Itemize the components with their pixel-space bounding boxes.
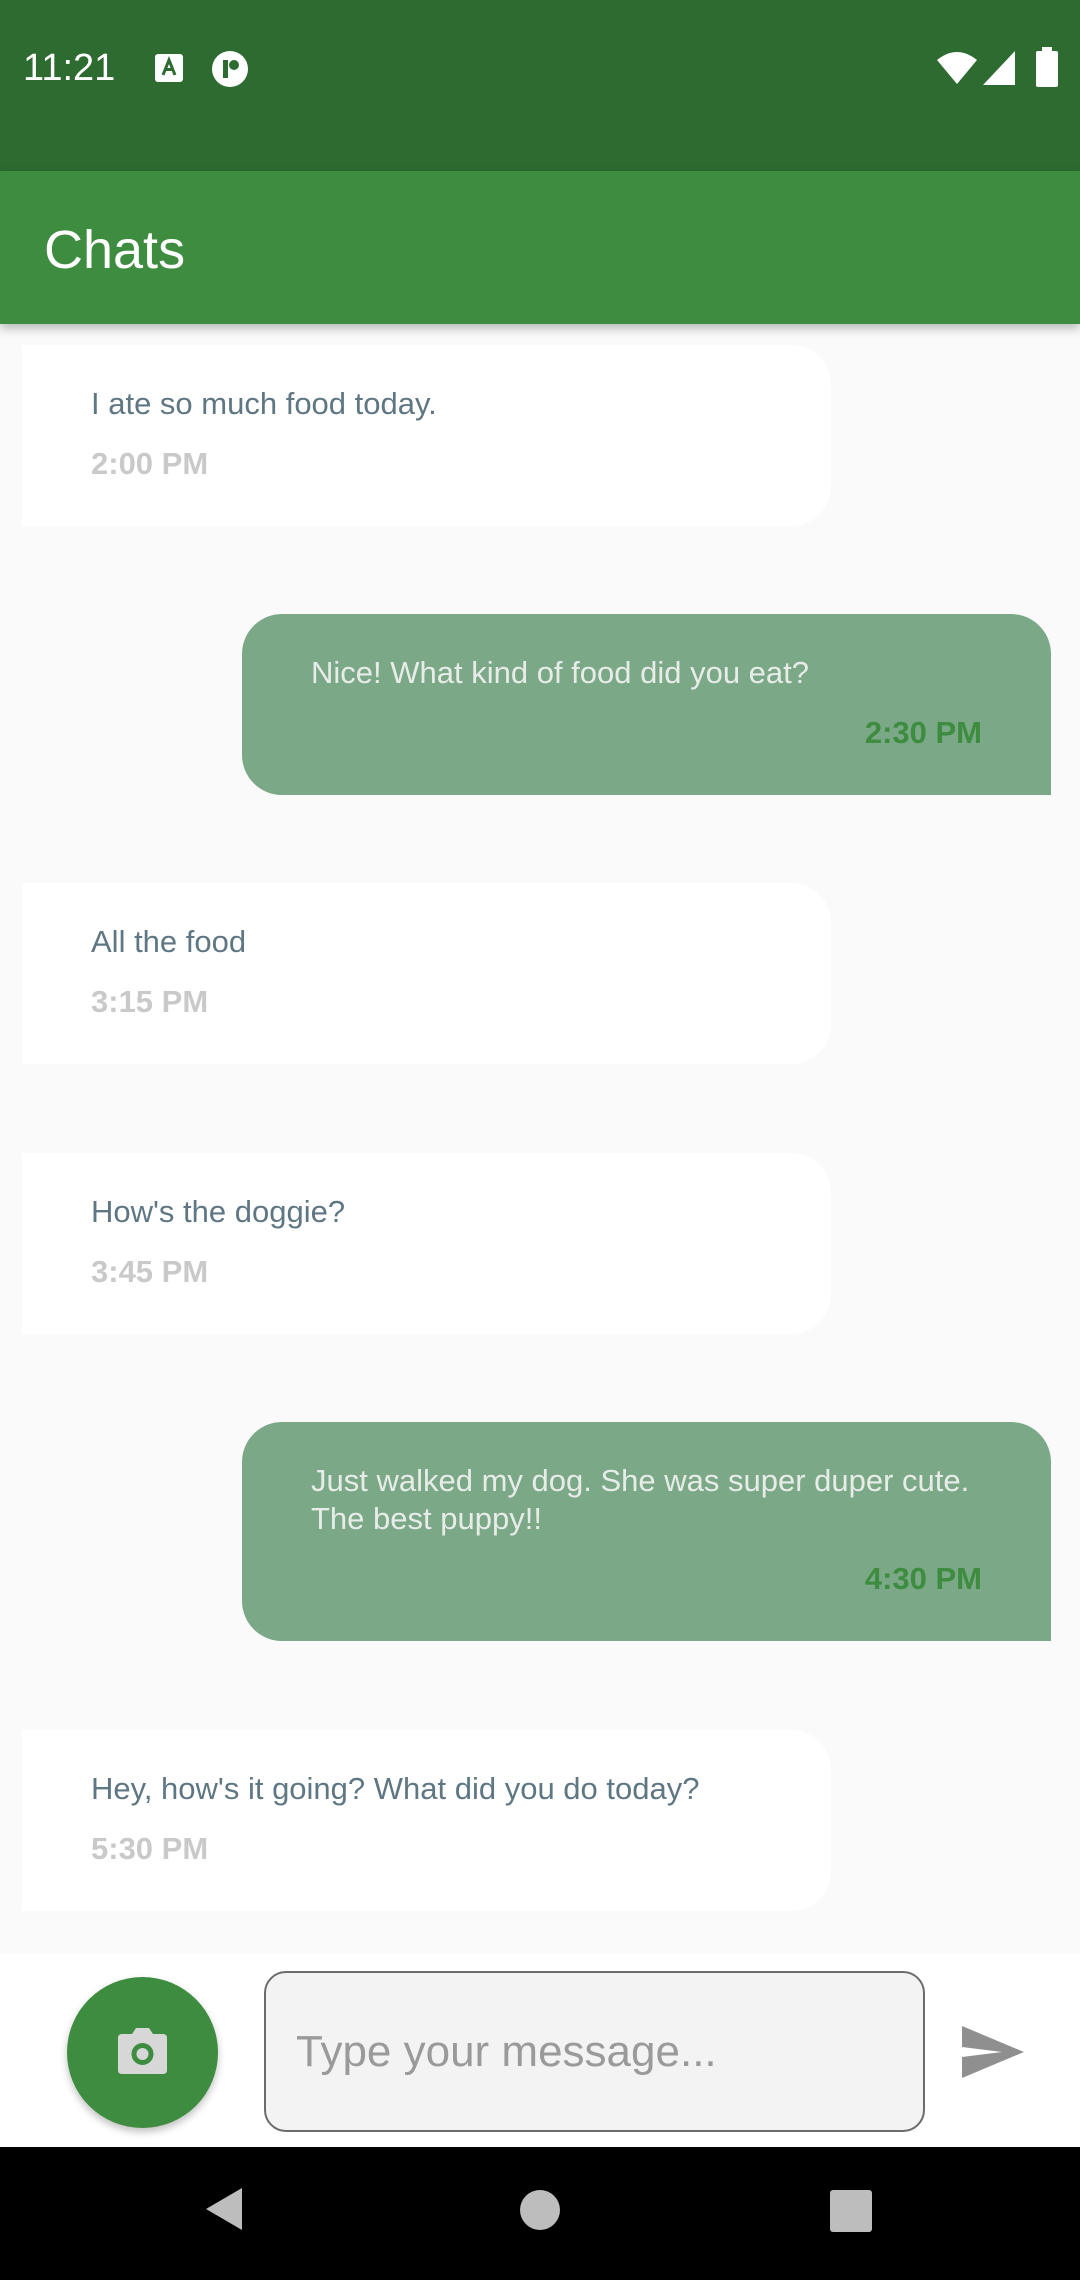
message-bubble-incoming[interactable]: I ate so much food today. 2:00 PM (22, 345, 831, 526)
message-text: Hey, how's it going? What did you do tod… (91, 1771, 700, 1806)
send-button[interactable] (958, 2022, 1028, 2082)
message-bubble-incoming[interactable]: Hey, how's it going? What did you do tod… (22, 1730, 831, 1911)
message-time: 2:00 PM (91, 446, 209, 481)
app-bar: Chats (0, 171, 1080, 324)
battery-icon (1036, 47, 1058, 92)
status-time: 11:21 (23, 47, 116, 89)
message-time: 4:30 PM (864, 1561, 982, 1596)
back-icon[interactable] (204, 2186, 244, 2237)
message-time: 2:30 PM (864, 715, 982, 750)
message-text: I ate so much food today. (91, 386, 437, 421)
camera-icon (118, 2028, 167, 2074)
message-text: Just walked my dog. She was super duper … (311, 1463, 970, 1536)
message-time: 3:45 PM (91, 1254, 209, 1289)
record-icon (210, 49, 250, 94)
navigation-bar (0, 2147, 1080, 2280)
send-icon (962, 2026, 1024, 2078)
message-input[interactable] (264, 1971, 925, 2132)
a11y-icon (154, 53, 184, 88)
chat-message-list[interactable]: I ate so much food today. 2:00 PM Nice! … (0, 324, 1080, 1954)
message-bubble-outgoing[interactable]: Nice! What kind of food did you eat? 2:3… (242, 614, 1051, 795)
message-bubble-outgoing[interactable]: Just walked my dog. She was super duper … (242, 1422, 1051, 1641)
message-composer (0, 1954, 1080, 2147)
home-icon[interactable] (519, 2189, 561, 2236)
recents-icon[interactable] (830, 2190, 872, 2237)
page-title: Chats (44, 220, 186, 280)
message-text: All the food (91, 924, 247, 959)
camera-button[interactable] (67, 1977, 218, 2128)
message-time: 5:30 PM (91, 1831, 209, 1866)
cellular-signal-icon (982, 50, 1016, 91)
message-text: How's the doggie? (91, 1194, 346, 1229)
wifi-icon (936, 50, 978, 91)
message-time: 3:15 PM (91, 984, 209, 1019)
message-text: Nice! What kind of food did you eat? (311, 655, 810, 690)
status-bar: 11:21 (0, 0, 1080, 171)
message-bubble-incoming[interactable]: All the food 3:15 PM (22, 883, 831, 1064)
message-bubble-incoming[interactable]: How's the doggie? 3:45 PM (22, 1153, 831, 1334)
